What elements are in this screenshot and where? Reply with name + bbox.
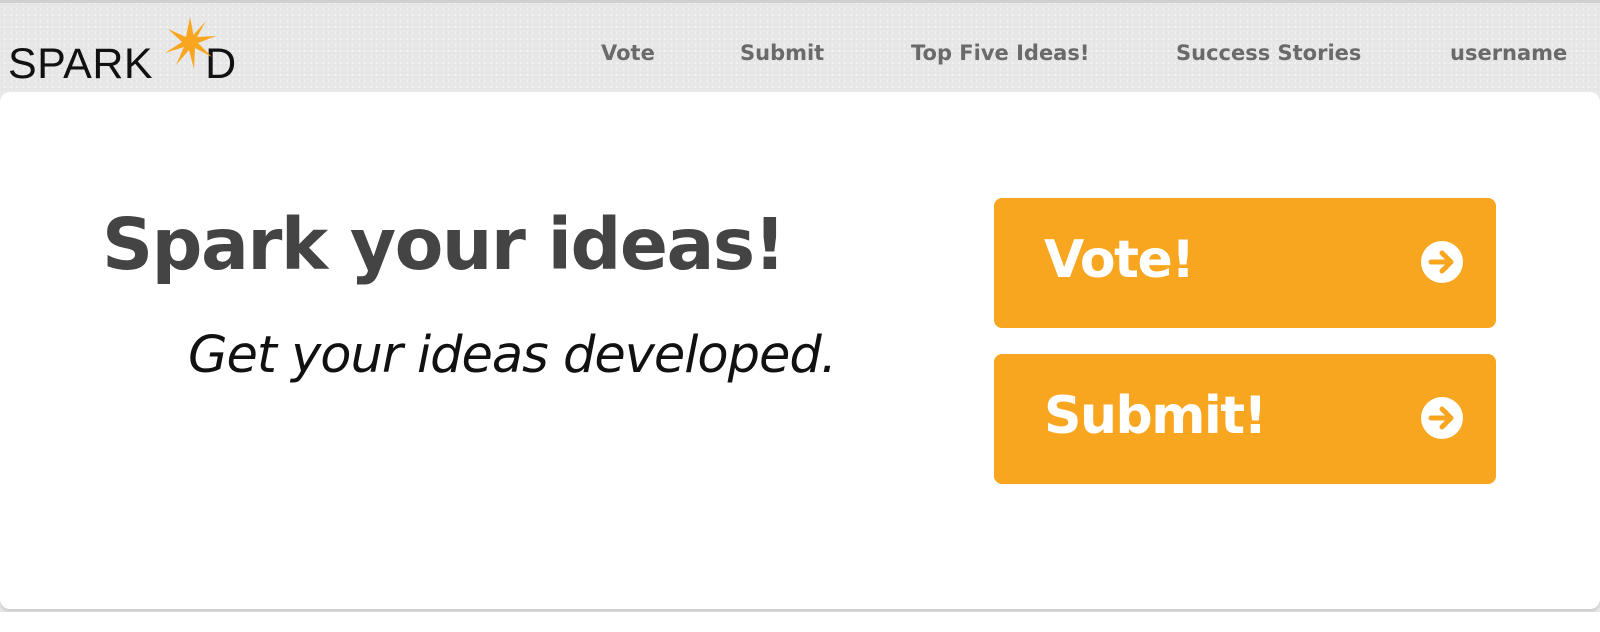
hero-subheadline: Get your ideas developed. — [188, 326, 837, 385]
nav-submit-link[interactable]: Submit — [740, 41, 824, 65]
nav-vote-link[interactable]: Vote — [601, 41, 655, 65]
site-header: SPARK D Vote Submit Top Five Ideas! Succ… — [0, 3, 1600, 92]
hero-headline: Spark your ideas! — [102, 203, 786, 286]
hero-panel: Spark your ideas! Get your ideas develop… — [0, 92, 1600, 609]
page-bottom-strip — [0, 612, 1600, 632]
main-nav: Vote Submit Top Five Ideas! Success Stor… — [0, 41, 1600, 71]
submit-button-label: Submit! — [1044, 386, 1267, 446]
arrow-circle-right-icon — [1421, 397, 1463, 439]
nav-username-link[interactable]: username — [1450, 41, 1567, 65]
nav-top-five-ideas-link[interactable]: Top Five Ideas! — [911, 41, 1089, 65]
arrow-circle-right-icon — [1421, 241, 1463, 283]
submit-button[interactable]: Submit! — [994, 354, 1496, 484]
nav-success-stories-link[interactable]: Success Stories — [1176, 41, 1361, 65]
vote-button-label: Vote! — [1044, 230, 1195, 290]
vote-button[interactable]: Vote! — [994, 198, 1496, 328]
